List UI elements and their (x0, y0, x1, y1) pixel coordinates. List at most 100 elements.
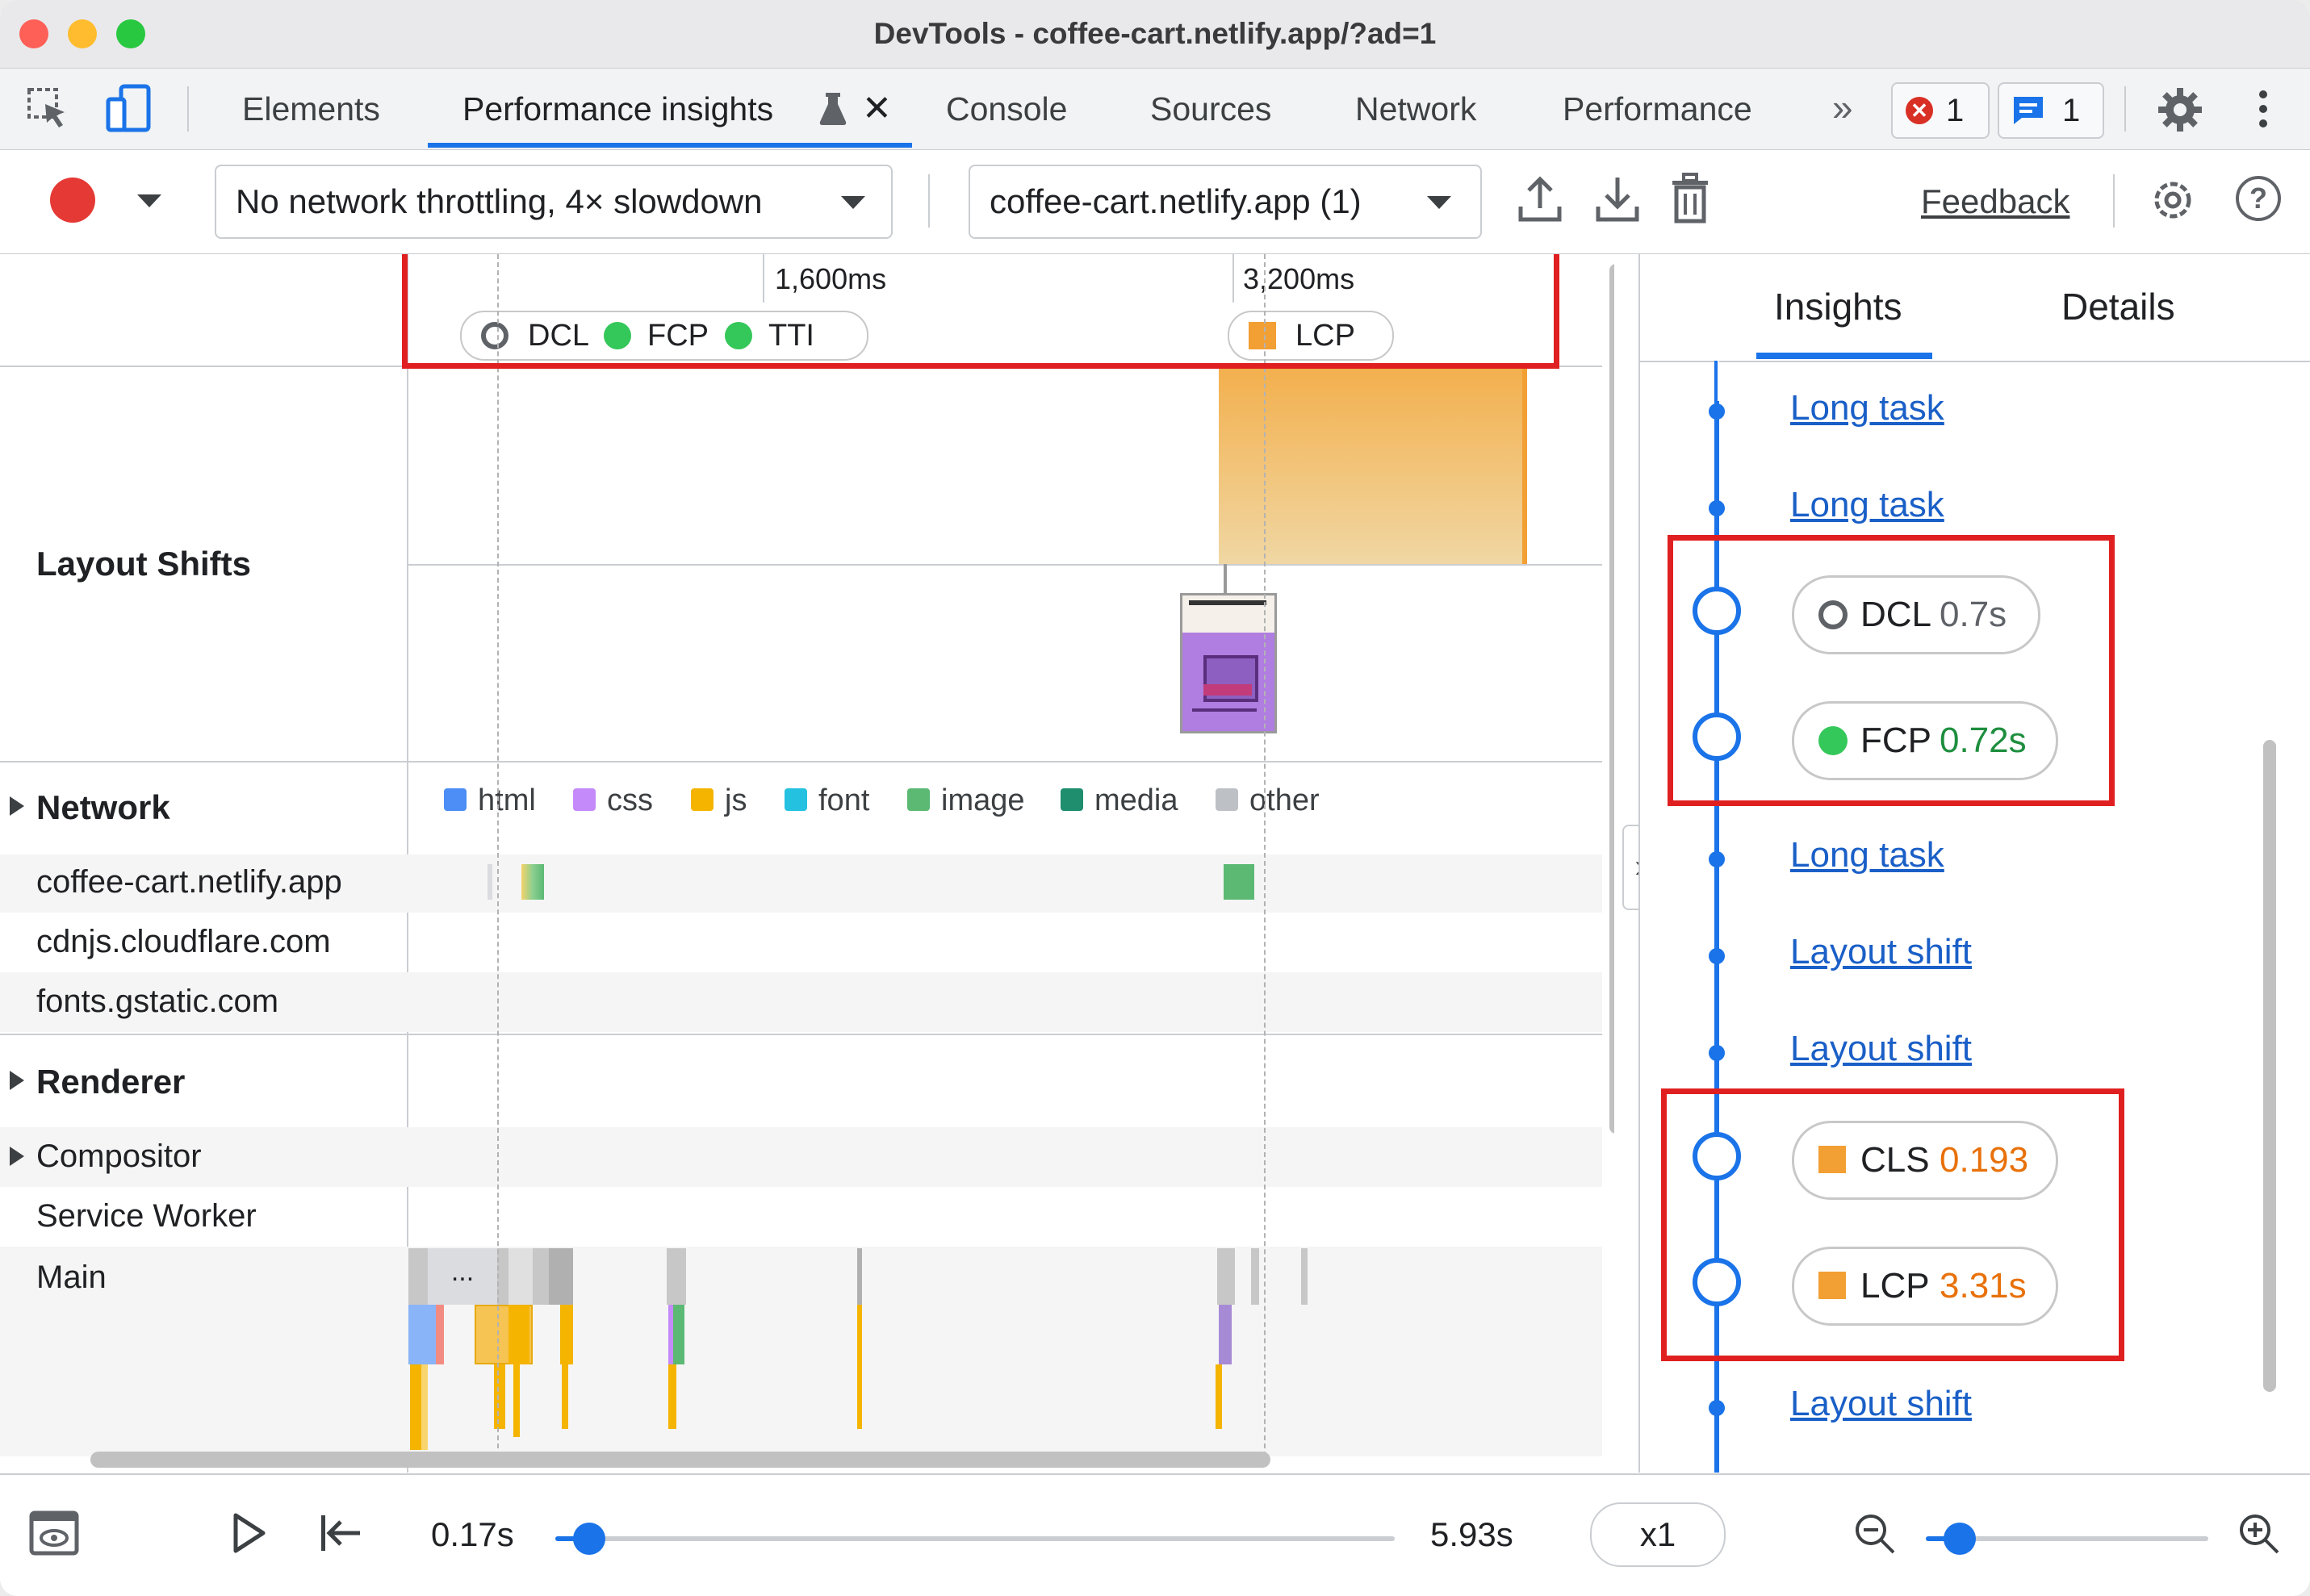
tab-console[interactable]: Console (946, 69, 1067, 149)
main-call-block[interactable] (1219, 1305, 1232, 1364)
settings-gear-icon[interactable] (2157, 86, 2203, 133)
playback-start-time: 0.17s (431, 1515, 514, 1553)
main-task-block[interactable] (1251, 1248, 1259, 1305)
main-call-block[interactable] (513, 1364, 520, 1437)
network-request-bar[interactable] (488, 864, 492, 900)
tab-sources[interactable]: Sources (1150, 69, 1271, 149)
active-sidebar-tab-indicator (1756, 353, 1932, 359)
expand-compositor-icon[interactable] (10, 1147, 24, 1166)
layout-shift-screenshot[interactable] (1180, 593, 1277, 733)
main-call-block[interactable] (1216, 1364, 1222, 1429)
record-options-icon[interactable] (137, 194, 161, 207)
legend-image-label: image (941, 783, 1025, 817)
screenshot-preview-icon[interactable] (29, 1510, 79, 1556)
main-task-block[interactable] (1217, 1248, 1235, 1305)
insight-layout-shift-link[interactable]: Layout shift (1790, 1384, 1972, 1424)
expand-network-icon[interactable] (10, 796, 24, 816)
throttling-select[interactable]: No network throttling, 4× slowdown (215, 165, 893, 239)
close-tab-icon[interactable]: ✕ (862, 69, 892, 149)
toolbar-separator (928, 174, 930, 228)
tab-performance[interactable]: Performance (1563, 69, 1752, 149)
network-request-bar[interactable] (521, 864, 544, 900)
timeline-dot-icon (1709, 948, 1725, 964)
tab-performance-insights[interactable]: Performance insights (462, 69, 773, 149)
feedback-link[interactable]: Feedback (1921, 150, 2069, 253)
legend-html-swatch (444, 788, 467, 811)
tab-elements[interactable]: Elements (242, 69, 380, 149)
jump-to-start-icon[interactable] (318, 1512, 363, 1554)
more-options-icon[interactable] (2255, 85, 2271, 133)
tab-details[interactable]: Details (2061, 254, 2175, 359)
zoom-in-icon[interactable] (2237, 1512, 2281, 1556)
horizontal-scrollbar-thumb[interactable] (90, 1452, 1270, 1468)
main-task-block[interactable] (1301, 1248, 1308, 1305)
main-call-block[interactable] (408, 1305, 436, 1364)
main-call-block[interactable] (410, 1364, 421, 1450)
device-toolbar-icon[interactable] (103, 81, 155, 135)
insight-long-task-link[interactable]: Long task (1790, 835, 1944, 875)
main-track-label: Main (36, 1260, 107, 1295)
track-divider (0, 761, 1602, 762)
message-icon (2012, 95, 2044, 126)
main-task-block[interactable] (667, 1248, 686, 1305)
insight-long-task-link[interactable]: Long task (1790, 388, 1944, 428)
main-task-block[interactable] (508, 1248, 533, 1305)
vertical-scrollbar-thumb[interactable] (1609, 264, 1614, 1134)
main-call-block[interactable] (857, 1305, 862, 1429)
main-task-collapsed[interactable]: ... (428, 1248, 497, 1305)
main-task-block[interactable] (549, 1248, 573, 1305)
dcl-marker-line (497, 254, 499, 1456)
record-button[interactable] (50, 178, 95, 223)
insight-layout-shift-link[interactable]: Layout shift (1790, 1029, 1972, 1069)
insight-layout-shift-link[interactable]: Layout shift (1790, 932, 1972, 972)
legend-image-swatch (907, 788, 930, 811)
legend-other-label: other (1249, 783, 1320, 817)
network-host-row[interactable]: coffee-cart.netlify.app (36, 864, 342, 900)
cls-lcp-highlight-box (1661, 1088, 2124, 1361)
main-call-block[interactable] (494, 1364, 505, 1429)
throttling-value: No network throttling, 4× slowdown (236, 182, 763, 220)
message-count: 1 (2062, 93, 2081, 128)
playback-slider[interactable] (555, 1523, 1395, 1555)
upload-icon[interactable] (1517, 174, 1563, 224)
zoom-out-icon[interactable] (1853, 1512, 1897, 1556)
playback-speed-button[interactable]: x1 (1590, 1502, 1726, 1567)
experiment-flask-icon (817, 91, 849, 127)
track-divider (0, 1034, 1602, 1035)
recording-select[interactable]: coffee-cart.netlify.app (1) (969, 165, 1482, 239)
renderer-track-label[interactable]: Renderer (36, 1063, 185, 1101)
message-count-badge[interactable]: 1 (1998, 82, 2104, 139)
download-icon[interactable] (1595, 174, 1640, 224)
tab-network[interactable]: Network (1355, 69, 1476, 149)
playback-slider-thumb[interactable] (572, 1523, 605, 1555)
network-track-label[interactable]: Network (36, 788, 170, 827)
network-request-bar[interactable] (1224, 864, 1254, 900)
main-call-block[interactable] (668, 1364, 676, 1429)
main-call-block[interactable] (421, 1364, 428, 1450)
network-host-row[interactable]: fonts.gstatic.com (36, 984, 278, 1020)
zoom-slider[interactable] (1926, 1523, 2208, 1555)
play-icon[interactable] (231, 1512, 266, 1554)
main-task-block[interactable] (857, 1248, 862, 1305)
compositor-track-label[interactable]: Compositor (36, 1139, 202, 1175)
delete-trash-icon[interactable] (1671, 173, 1709, 224)
main-call-block[interactable] (560, 1305, 573, 1364)
expand-renderer-icon[interactable] (10, 1071, 24, 1090)
main-call-block[interactable] (562, 1364, 568, 1429)
insight-long-task-link[interactable]: Long task (1790, 485, 1944, 525)
timeline-dot-icon (1709, 1400, 1725, 1416)
help-icon[interactable]: ? (2236, 176, 2281, 221)
zoom-slider-thumb[interactable] (1944, 1523, 1976, 1555)
capture-settings-gear-icon[interactable] (2149, 176, 2197, 224)
title-bar: DevTools - coffee-cart.netlify.app/?ad=1 (0, 0, 2310, 69)
main-call-block[interactable] (436, 1305, 444, 1364)
sidebar-scrollbar-thumb[interactable] (2263, 740, 2276, 1392)
error-count-badge[interactable]: ✕ 1 (1891, 82, 1990, 139)
error-icon: ✕ (1906, 97, 1933, 124)
tab-insights[interactable]: Insights (1774, 254, 1902, 359)
inspect-element-icon[interactable] (24, 85, 73, 133)
more-tabs-icon[interactable]: » (1832, 69, 1853, 149)
network-host-row[interactable]: cdnjs.cloudflare.com (36, 924, 331, 960)
main-call-block[interactable] (668, 1305, 684, 1364)
main-call-block[interactable] (508, 1305, 529, 1364)
